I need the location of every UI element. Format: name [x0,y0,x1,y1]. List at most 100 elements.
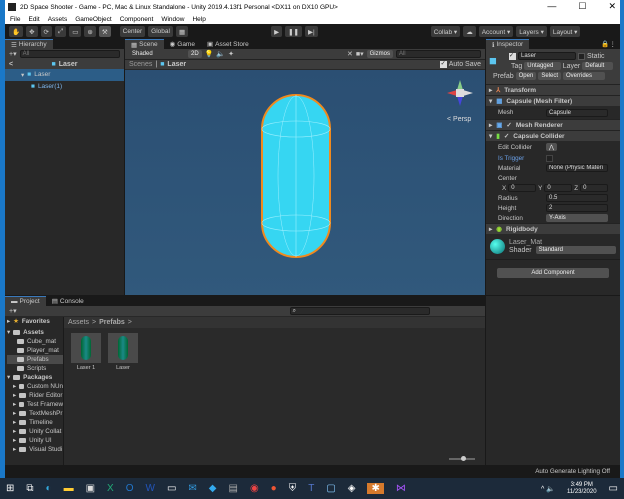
task-view-icon[interactable]: ⧉ [26,483,33,494]
close-button[interactable]: ✕ [608,1,616,12]
mesh-filter-component-header[interactable]: ▾ ▦ Capsule (Mesh Filter) [486,95,620,106]
mail-icon[interactable]: ✉ [188,483,196,494]
office-icon[interactable]: ● [271,483,277,494]
center-y-input[interactable]: 0 [544,184,573,192]
start-icon[interactable]: ⊞ [6,483,14,494]
account-dropdown[interactable]: Account ▾ [478,26,514,37]
material-field[interactable]: None (Physic Materi [546,164,608,172]
select-button[interactable]: Select [538,72,561,80]
laser-breadcrumb[interactable]: Laser [167,61,186,68]
capsule-object[interactable] [125,70,485,295]
snap-icon[interactable]: ▦ [175,26,189,37]
visual-studio-icon[interactable]: ⋈ [396,483,406,494]
tab-inspector[interactable]: ℹ Inspector [486,39,530,49]
packages-item[interactable]: ▾ Packages [7,373,63,382]
scale-tool-icon[interactable]: ⤢ [55,26,67,37]
folder-item[interactable]: Prefabs [7,355,63,364]
height-input[interactable]: 2 [546,204,608,212]
menu-edit[interactable]: Edit [28,16,39,23]
open-button[interactable]: Open [515,72,537,80]
menu-component[interactable]: Component [120,16,154,23]
menu-file[interactable]: File [10,16,20,23]
folder-item[interactable]: ▸ Visual Studi [7,445,63,454]
pause-button[interactable]: ❚❚ [285,26,303,37]
asset-item[interactable]: Laser 1 [71,333,101,371]
explorer-icon[interactable]: ▬ [64,483,74,494]
lock-icon[interactable]: 🔒⋮ [601,40,620,48]
security-icon[interactable]: ⛨ [289,483,297,494]
hierarchy-item[interactable]: ■ Laser(1) [21,81,124,93]
hierarchy-search-input[interactable]: All [19,50,120,58]
mesh-renderer-component-header[interactable]: ▸ ▣ ✓ Mesh Renderer [486,119,620,130]
checkbox[interactable]: ✓ [439,61,447,68]
layers-dropdown[interactable]: Layers ▾ [516,26,547,37]
slack-icon[interactable]: ✱ [367,483,384,494]
menu-assets[interactable]: Assets [48,16,68,23]
audio-icon[interactable]: 🔈 [216,50,225,58]
folder-item[interactable]: ▸ TextMeshPr [7,409,63,418]
asset-item[interactable]: Laser [108,333,138,371]
static-label[interactable]: Static [587,53,605,60]
edit-collider-button[interactable]: ⋀ [546,143,557,151]
tab-console[interactable]: ▤ Console [46,296,90,306]
folder-item[interactable]: ▸ Custom NUn [7,382,63,391]
move-tool-icon[interactable]: ✥ [26,26,38,37]
cloud-icon[interactable]: ☁ [463,26,476,37]
back-icon[interactable]: < [9,61,13,68]
mesh-field[interactable]: Capsule [546,108,608,117]
assets-item[interactable]: ▾ Assets [7,328,63,337]
camera-icon[interactable]: ■▾ [356,50,364,58]
tab-game[interactable]: ◉ Game [164,39,201,49]
play-button[interactable]: ▶ [271,26,283,37]
tab-asset-store[interactable]: ▣ Asset Store [201,39,255,49]
folder-item[interactable]: ▸ Unity Collat [7,427,63,436]
folder-item[interactable]: ▸ Timeline [7,418,63,427]
breadcrumb-prefabs[interactable]: Prefabs [99,319,125,326]
radius-input[interactable]: 0.5 [546,194,608,202]
capsule-collider-component-header[interactable]: ▾ ▮ ✓ Capsule Collider [486,130,620,141]
menu-gameobject[interactable]: GameObject [75,16,112,23]
icon-size-slider[interactable] [449,456,475,461]
name-input[interactable]: Laser [518,52,576,60]
tray-icons[interactable]: ^ 🔈 [541,485,555,493]
teams-icon[interactable]: T [308,483,314,494]
add-component-button[interactable]: Add Component [497,268,609,278]
tag-dropdown[interactable]: Untagged [524,62,561,70]
layout-dropdown[interactable]: Layout ▾ [549,26,581,37]
static-checkbox[interactable] [578,52,585,60]
minimize-button[interactable]: — [547,1,556,12]
notification-icon[interactable]: ▭ [609,483,624,494]
menu-help[interactable]: Help [192,16,205,23]
folder-item[interactable]: Cube_mat [7,337,63,346]
perspective-label[interactable]: < Persp [447,116,471,123]
folder-item[interactable]: Scripts [7,364,63,373]
folder-item[interactable]: ▸ Unity UI [7,436,63,445]
chrome-icon[interactable]: ◉ [250,483,259,494]
excel-icon[interactable]: X [107,483,114,494]
folder-item[interactable]: Player_mat [7,346,63,355]
shading-dropdown[interactable]: Shaded [129,50,185,58]
files-icon[interactable]: ▤ [228,483,237,494]
edge-icon[interactable]: ◐ [46,483,52,494]
terminal-icon[interactable]: ▭ [167,483,176,494]
unity-icon[interactable]: ◈ [348,483,356,494]
direction-dropdown[interactable]: Y-Axis [546,214,608,222]
gizmos-dropdown[interactable]: Gizmos [366,50,393,58]
tab-scene[interactable]: ▦ Scene [125,39,164,49]
word-icon[interactable]: W [145,483,154,494]
hierarchy-item[interactable]: ▾ ■ Laser [5,69,124,81]
transform-tool-icon[interactable]: ⊕ [84,26,96,37]
create-icon[interactable]: +▾ [9,307,17,315]
rect-tool-icon[interactable]: ▭ [69,26,82,37]
add-icon[interactable]: +▾ [9,50,17,58]
custom-tool-icon[interactable]: ⚒ [98,26,111,37]
breadcrumb-assets[interactable]: Assets [68,319,89,326]
scene-viewport[interactable]: < Persp [125,70,485,295]
maximize-button[interactable]: ☐ [578,1,586,12]
collab-dropdown[interactable]: Collab ▾ [430,26,461,37]
favorites-item[interactable]: ▸ ★ Favorites [7,317,63,326]
2d-toggle[interactable]: 2D [188,50,202,58]
layer-dropdown[interactable]: Default [582,62,613,70]
window-icon[interactable]: ▢ [326,483,335,494]
center-z-input[interactable]: 0 [580,184,608,192]
